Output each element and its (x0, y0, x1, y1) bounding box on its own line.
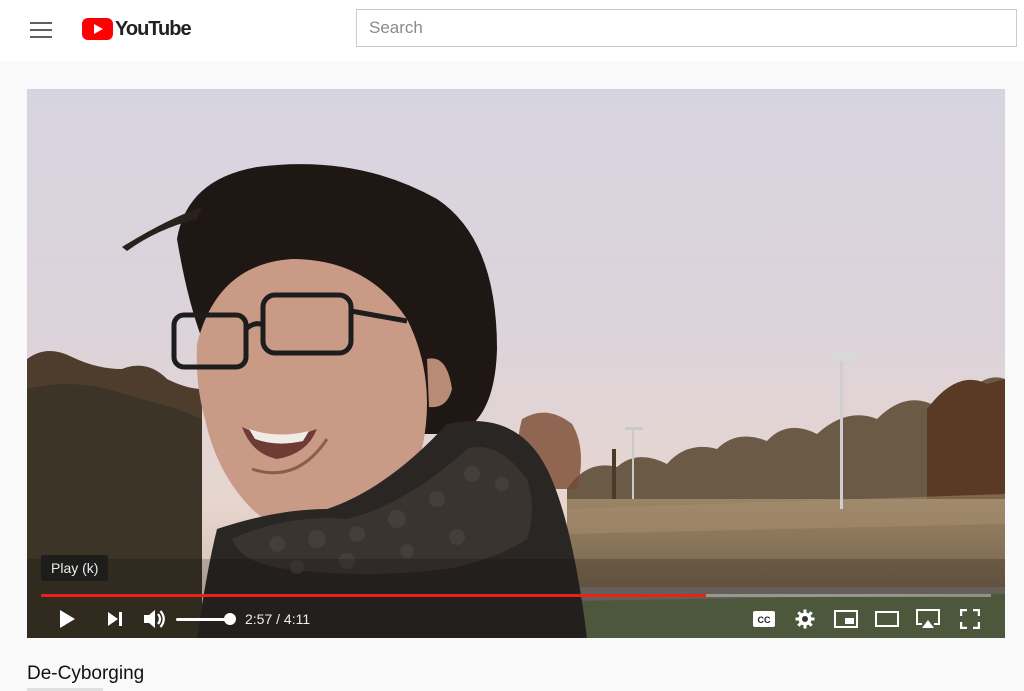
svg-text:CC: CC (758, 615, 771, 625)
search-input[interactable] (357, 10, 1016, 46)
masthead: YouTube (0, 0, 1024, 61)
youtube-play-logo-icon (82, 18, 113, 40)
next-button[interactable] (101, 601, 129, 637)
play-tooltip: Play (k) (41, 555, 109, 581)
volume-slider-handle[interactable] (224, 613, 236, 625)
duration: 4:11 (283, 611, 311, 627)
progress-bar[interactable] (41, 594, 991, 597)
fullscreen-icon (960, 609, 980, 629)
next-icon (108, 612, 122, 626)
logo-text: YouTube (115, 17, 192, 40)
miniplayer-button[interactable] (831, 601, 861, 637)
airplay-icon (916, 609, 940, 628)
time-separator: / (272, 611, 284, 627)
theater-mode-button[interactable] (872, 601, 902, 637)
menu-icon[interactable] (30, 22, 52, 38)
cc-icon: CC (753, 611, 775, 627)
airplay-button[interactable] (913, 601, 943, 637)
settings-icon (795, 609, 815, 629)
youtube-logo[interactable]: YouTube (82, 17, 192, 41)
captions-button[interactable]: CC (749, 601, 779, 637)
video-player[interactable]: Play (k) 2:57 / 4:11 CC (27, 89, 1005, 638)
search-box[interactable] (356, 9, 1016, 47)
play-icon (60, 610, 75, 628)
settings-button[interactable] (790, 601, 820, 637)
volume-icon (144, 610, 165, 628)
mute-button[interactable] (140, 601, 170, 637)
fullscreen-button[interactable] (955, 601, 985, 637)
time-display: 2:57 / 4:11 (245, 601, 310, 637)
miniplayer-icon (834, 610, 858, 628)
video-title: De-Cyborging (27, 663, 145, 684)
play-button[interactable] (53, 601, 81, 637)
player-controls: 2:57 / 4:11 CC (27, 601, 1005, 637)
video-frame[interactable] (27, 89, 1005, 638)
theater-icon (875, 611, 899, 627)
search-divider (1016, 9, 1017, 47)
progress-played (41, 594, 706, 597)
current-time: 2:57 (245, 611, 273, 627)
volume-slider-track[interactable] (176, 618, 229, 621)
